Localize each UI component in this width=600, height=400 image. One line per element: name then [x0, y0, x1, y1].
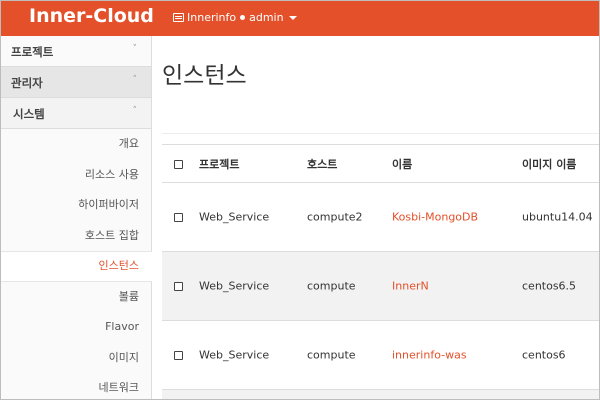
current-user: admin [249, 11, 284, 24]
chevron-up-icon: ˄ [132, 106, 138, 116]
caret-down-icon [288, 15, 297, 20]
table-row: Web_Service compute2 Kosbi-MongoDB ubunt… [162, 183, 599, 252]
column-header-name[interactable]: 이름 [392, 156, 412, 172]
sidebar-item-instances[interactable]: 인스턴스 [1, 251, 152, 282]
sidebar-item-flavors[interactable]: Flavor [1, 312, 151, 343]
sidebar-item-images[interactable]: 이미지 [1, 343, 151, 374]
cell-host: compute2 [307, 210, 363, 224]
table-row: Web_Service compute innerinfo-was centos… [162, 321, 599, 390]
chevron-up-icon: ˄ [132, 75, 138, 85]
cell-project: Web_Service [199, 279, 270, 293]
project-list-icon [173, 13, 184, 22]
row-checkbox[interactable] [174, 282, 183, 291]
top-bar: Inner-Cloud Innerinfo admin [1, 1, 599, 36]
cell-image-name: centos6 [522, 348, 566, 362]
sidebar-section-project[interactable]: 프로젝트 ˅ [1, 36, 151, 67]
main-content: 인스턴스 프로젝트 호스트 이름 이미지 이름 Web_Service comp… [152, 36, 599, 399]
table-row-partial [162, 390, 599, 399]
column-header-project[interactable]: 프로젝트 [199, 156, 239, 172]
divider [162, 133, 599, 134]
current-project: Innerinfo [187, 11, 237, 24]
page-title: 인스턴스 [162, 63, 247, 89]
cell-host: compute [307, 279, 356, 293]
chevron-down-icon: ˅ [132, 44, 138, 54]
instance-name-link[interactable]: InnerN [392, 280, 429, 293]
column-header-image-name[interactable]: 이미지 이름 [522, 156, 576, 172]
sidebar-section-label: 관리자 [11, 76, 43, 90]
sidebar-section-label: 시스템 [13, 107, 45, 121]
sidebar-item-networks[interactable]: 네트워크 [1, 373, 151, 399]
context-switcher[interactable]: Innerinfo admin [173, 11, 297, 24]
column-header-host[interactable]: 호스트 [307, 156, 337, 172]
row-checkbox[interactable] [174, 351, 183, 360]
cell-host: compute [307, 348, 356, 362]
sidebar: 프로젝트 ˅ 관리자 ˄ 시스템 ˄ 개요 리소스 사용 하이퍼바이저 호스트 … [1, 36, 152, 399]
brand-logo[interactable]: Inner-Cloud [29, 5, 154, 27]
cell-project: Web_Service [199, 348, 270, 362]
sidebar-section-label: 프로젝트 [11, 45, 54, 59]
separator-dot-icon [240, 15, 246, 20]
cell-image-name: ubuntu14.04 [522, 210, 593, 224]
cell-project: Web_Service [199, 210, 270, 224]
select-all-checkbox[interactable] [174, 159, 183, 169]
row-checkbox[interactable] [174, 213, 183, 222]
sidebar-section-admin[interactable]: 관리자 ˄ [1, 67, 151, 98]
instance-name-link[interactable]: innerinfo-was [392, 349, 467, 362]
instances-table: 프로젝트 호스트 이름 이미지 이름 Web_Service compute2 … [162, 144, 599, 399]
sidebar-item-hypervisors[interactable]: 하이퍼바이저 [1, 190, 151, 221]
app-window: Inner-Cloud Innerinfo admin 프로젝트 ˅ 관리자 ˄… [0, 0, 600, 400]
instance-name-link[interactable]: Kosbi-MongoDB [392, 211, 478, 224]
cell-image-name: centos6.5 [522, 279, 577, 293]
table-row: Web_Service compute InnerN centos6.5 [162, 252, 599, 321]
sidebar-item-overview[interactable]: 개요 [1, 129, 151, 160]
sidebar-item-resource-usage[interactable]: 리소스 사용 [1, 160, 151, 191]
table-header-row: 프로젝트 호스트 이름 이미지 이름 [162, 145, 599, 183]
sidebar-section-system[interactable]: 시스템 ˄ [1, 98, 151, 129]
sidebar-item-host-aggregates[interactable]: 호스트 집합 [1, 221, 151, 252]
sidebar-item-volumes[interactable]: 볼륨 [1, 282, 151, 313]
